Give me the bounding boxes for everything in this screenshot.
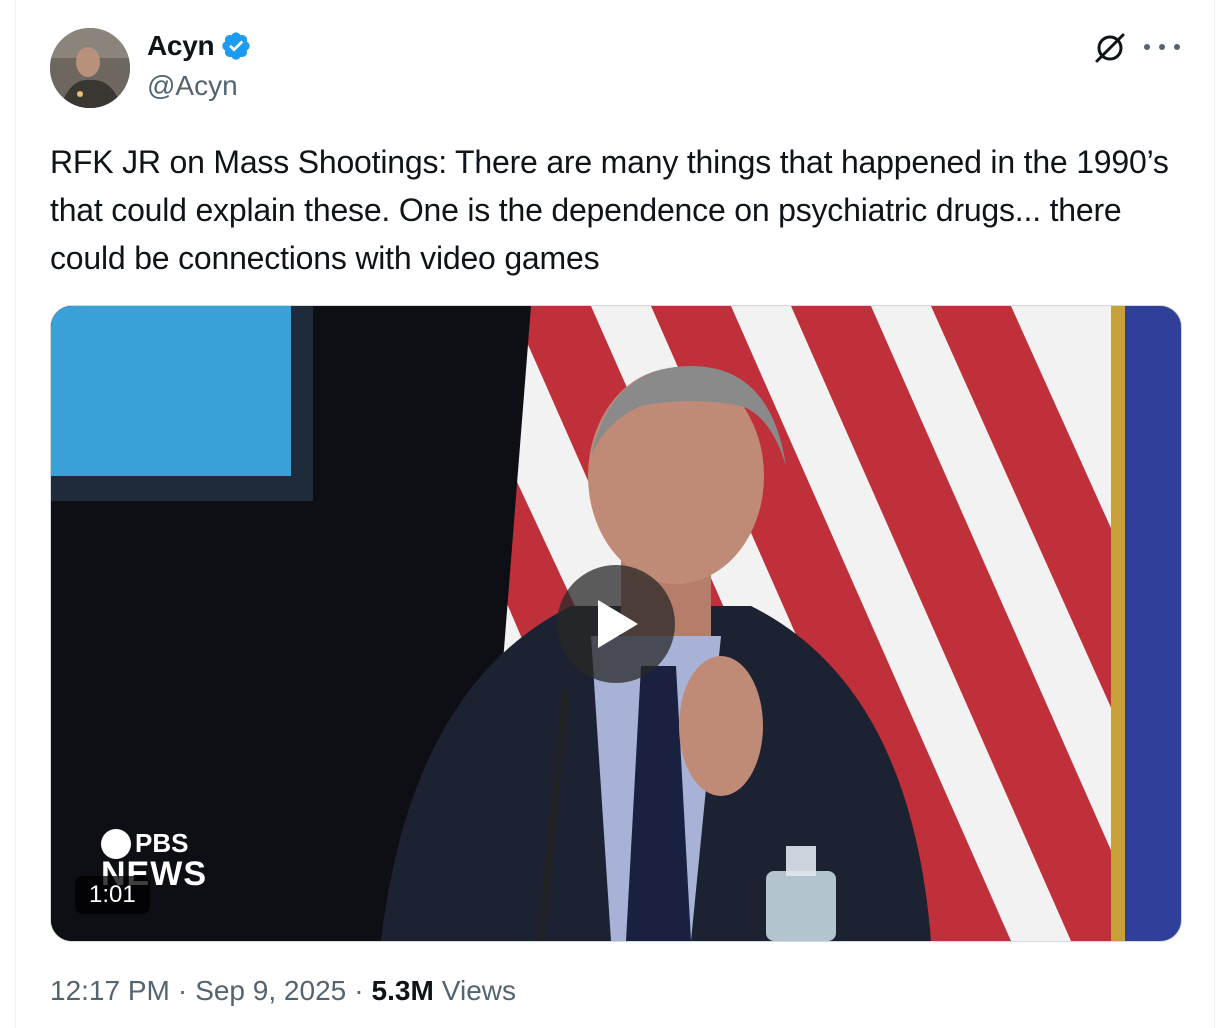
author-handle[interactable]: @Acyn [147, 70, 238, 102]
tweet-meta: 12:17 PM · Sep 9, 2025 · 5.3M Views [50, 975, 516, 1007]
verified-badge-icon [220, 30, 252, 62]
views-label: Views [441, 975, 516, 1006]
tweet-date[interactable]: Sep 9, 2025 [195, 975, 346, 1007]
views-count: 5.3M [371, 975, 434, 1006]
play-button[interactable] [557, 565, 675, 683]
separator: · [354, 975, 364, 1006]
tweet-text: RFK JR on Mass Shootings: There are many… [50, 144, 1169, 276]
tweet-time[interactable]: 12:17 PM [50, 975, 170, 1007]
separator: · [177, 975, 188, 1006]
pbs-logo-icon [101, 828, 131, 859]
author-name[interactable]: Acyn [147, 30, 215, 62]
more-options-icon[interactable] [1144, 44, 1180, 54]
author-row: Acyn [147, 30, 252, 62]
play-icon [598, 600, 638, 648]
video-duration: 1:01 [75, 876, 150, 914]
avatar[interactable] [50, 28, 130, 108]
grok-icon[interactable] [1092, 30, 1128, 66]
video-player[interactable]: PBS NEWS 1:01 [50, 305, 1182, 942]
